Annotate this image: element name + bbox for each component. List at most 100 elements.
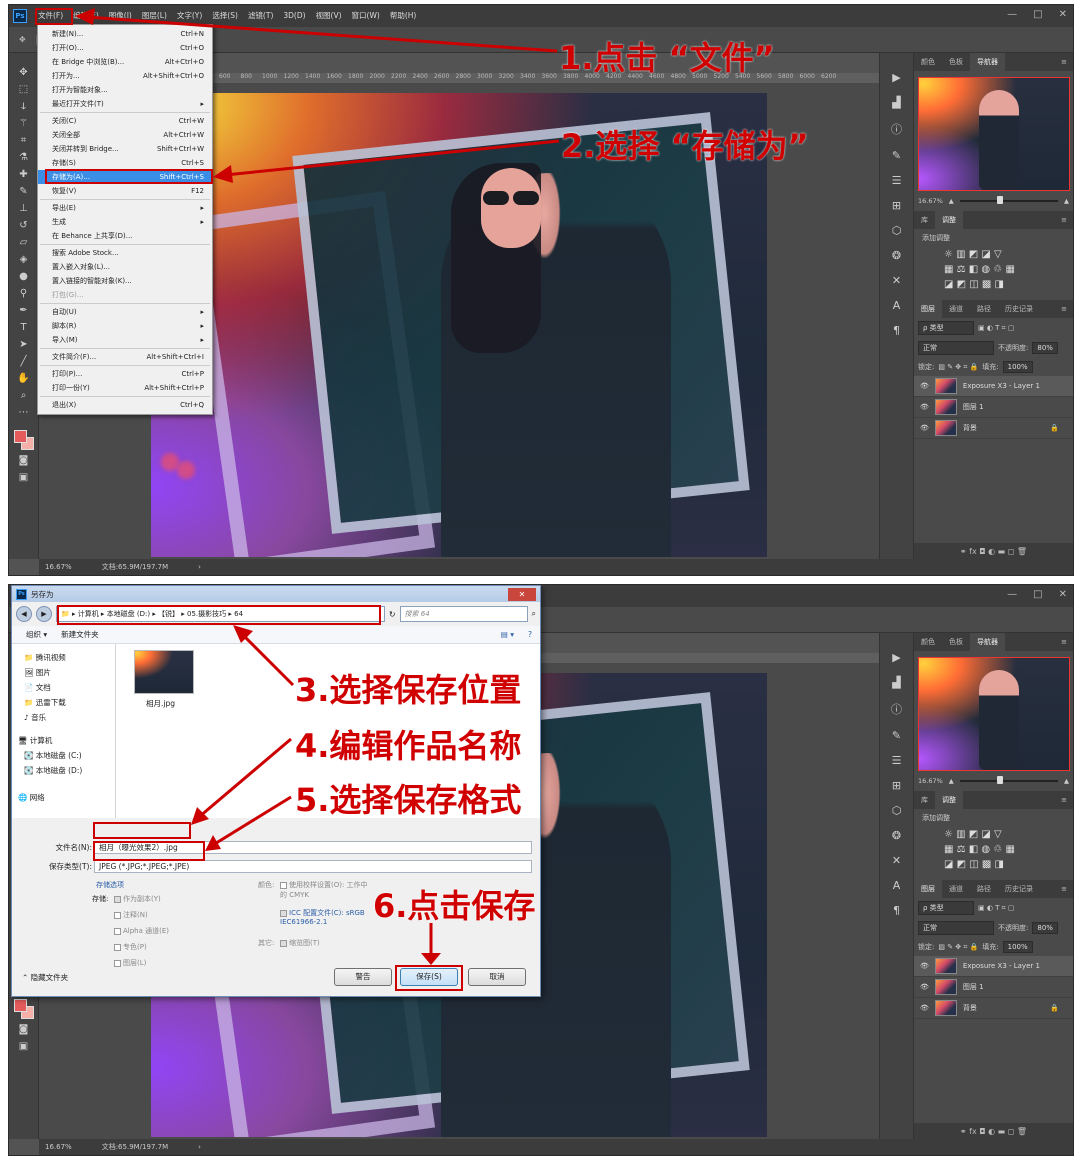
sliders-icon[interactable]: ☰ xyxy=(892,174,902,187)
clone-stamp-icon[interactable]: ⊥ xyxy=(19,203,28,215)
tab-libraries[interactable]: 库 xyxy=(914,211,935,229)
zoom-value[interactable]: 16.67% xyxy=(918,197,943,205)
info-icon[interactable]: ⓘ xyxy=(891,121,902,137)
tools-cross-icon[interactable]: ✕ xyxy=(892,274,901,287)
panel-menu-icon[interactable]: ≡ xyxy=(1054,53,1073,71)
type-tool-icon[interactable]: T xyxy=(20,322,26,334)
tree-item[interactable]: 🖼 图片 xyxy=(12,665,115,680)
status-arrow-icon[interactable]: › xyxy=(198,563,201,571)
cube-icon[interactable]: ⬡ xyxy=(892,804,902,817)
file-menu-item[interactable]: 打开为智能对象... xyxy=(38,83,212,97)
warning-button[interactable]: 警告 xyxy=(334,968,392,986)
cancel-button[interactable]: 取消 xyxy=(468,968,526,986)
screen-mode-icon[interactable]: ▣ xyxy=(19,1041,28,1053)
search-icon[interactable]: ⌕ xyxy=(532,609,536,619)
status-zoom[interactable]: 16.67% xyxy=(45,563,72,571)
histogram-icon[interactable]: ▟ xyxy=(892,676,900,689)
clone-source-icon[interactable]: ❂ xyxy=(892,829,901,842)
file-menu-item[interactable]: 导出(E) ▸ xyxy=(38,201,212,215)
organize-button[interactable]: 组织 ▾ xyxy=(26,629,47,640)
panel-menu-icon[interactable]: ≡ xyxy=(1054,791,1073,809)
zoom-in-icon[interactable]: ▲ xyxy=(1064,197,1069,205)
pen-tool-icon[interactable]: ✒ xyxy=(19,305,27,317)
notes-checkbox[interactable]: 注释(N) xyxy=(114,910,148,920)
navigator-thumbnail[interactable] xyxy=(917,657,1070,771)
as-copy-checkbox[interactable]: 作为副本(Y) xyxy=(114,894,161,904)
close-button[interactable]: ✕ xyxy=(1059,589,1067,600)
refresh-icon[interactable]: ↻ xyxy=(389,610,396,619)
dodge-tool-icon[interactable]: ⚲ xyxy=(20,288,27,300)
hand-tool-icon[interactable]: ✋ xyxy=(17,373,29,385)
adjustment-icons-row[interactable]: ◪ ◩ ◫ ▩ ◨ xyxy=(914,857,1073,872)
blend-mode-select[interactable]: 正常 xyxy=(918,921,994,935)
file-menu-item[interactable]: 打开为... Alt+Shift+Ctrl+O xyxy=(38,69,212,83)
maximize-button[interactable]: □ xyxy=(1033,9,1042,20)
close-button[interactable]: ✕ xyxy=(1059,9,1067,20)
menu-view[interactable]: 视图(V) xyxy=(311,5,347,27)
tree-item[interactable]: 📁 腾讯视频 xyxy=(12,650,115,665)
tab-layers[interactable]: 图层 xyxy=(914,300,942,318)
layer-row[interactable]: 👁 图层 1 xyxy=(914,977,1073,998)
filter-icons[interactable]: ▣ ◐ T ⌗ ▢ xyxy=(978,324,1014,333)
play-icon[interactable]: ▶ xyxy=(892,71,900,84)
layers-checkbox[interactable]: 图层(L) xyxy=(114,958,146,968)
adjustment-icons-row[interactable]: ◪ ◩ ◫ ▩ ◨ xyxy=(914,277,1073,292)
file-thumbnail[interactable] xyxy=(134,650,194,694)
quick-mask-icon[interactable]: ◙ xyxy=(19,455,29,467)
menu-filter[interactable]: 滤镜(T) xyxy=(243,5,278,27)
minimize-button[interactable]: — xyxy=(1007,9,1017,20)
file-menu-item[interactable]: 关闭(C) Ctrl+W xyxy=(38,114,212,128)
zoom-slider[interactable] xyxy=(959,196,1058,204)
layers-bottom-icons[interactable]: ⚭ fx ◘ ◐ ▬ ◻ 🗑 xyxy=(914,543,1073,559)
adjustment-icons-row[interactable]: ▦ ⚖ ◧ ◍ ♲ ▦ xyxy=(914,262,1073,277)
file-menu-item[interactable]: 搜索 Adobe Stock... xyxy=(38,246,212,260)
menu-window[interactable]: 窗口(W) xyxy=(347,5,385,27)
tab-libraries[interactable]: 库 xyxy=(914,791,935,809)
histogram-icon[interactable]: ▟ xyxy=(892,96,900,109)
back-button[interactable]: ◀ xyxy=(16,606,32,622)
quick-mask-icon[interactable]: ◙ xyxy=(19,1024,29,1036)
tab-color[interactable]: 颜色 xyxy=(914,53,942,71)
move-tool-icon[interactable]: ✥ xyxy=(19,35,26,44)
search-input[interactable]: 搜索 64 xyxy=(399,606,528,622)
file-menu-item[interactable]: 关闭并转到 Bridge... Shift+Ctrl+W xyxy=(38,142,212,156)
filter-icons[interactable]: ▣ ◐ T ⌗ ▢ xyxy=(978,904,1014,913)
file-menu-item[interactable]: 退出(X) Ctrl+Q xyxy=(38,398,212,412)
file-menu-item[interactable]: 导入(M) ▸ xyxy=(38,333,212,347)
tree-computer[interactable]: 🖥 计算机 xyxy=(12,733,115,748)
file-menu-item[interactable]: 置入链接的智能对象(K)... xyxy=(38,274,212,288)
color-swatches[interactable] xyxy=(13,999,34,1019)
layer-kind-select[interactable]: ρ 类型 xyxy=(918,901,974,915)
eye-icon[interactable]: 👁 xyxy=(920,983,929,991)
tab-channels[interactable]: 通道 xyxy=(942,880,970,898)
layers-bottom-icons[interactable]: ⚭ fx ◘ ◐ ▬ ◻ 🗑 xyxy=(914,1123,1073,1139)
history-brush-icon[interactable]: ↺ xyxy=(19,220,27,232)
spot-checkbox[interactable]: 专色(P) xyxy=(114,942,147,952)
menu-3d[interactable]: 3D(D) xyxy=(278,5,310,27)
tree-drive[interactable]: 💽 本地磁盘 (C:) xyxy=(12,748,115,763)
file-menu-item[interactable]: 置入嵌入对象(L)... xyxy=(38,260,212,274)
paragraph-icon[interactable]: ¶ xyxy=(893,904,900,917)
file-menu-item[interactable]: 关闭全部 Alt+Ctrl+W xyxy=(38,128,212,142)
zoom-tool-icon[interactable]: ⌕ xyxy=(21,390,27,402)
info-icon[interactable]: ⓘ xyxy=(891,701,902,717)
icc-checkbox[interactable]: ICC 配置文件(C): sRGB IEC61966-2.1 xyxy=(280,908,376,926)
proof-checkbox[interactable]: 使用校样设置(O): 工作中的 CMYK xyxy=(280,880,370,900)
tab-paths[interactable]: 路径 xyxy=(970,880,998,898)
file-menu-item[interactable]: 最近打开文件(T) ▸ xyxy=(38,97,212,111)
status-arrow-icon[interactable]: › xyxy=(198,1143,201,1151)
layer-row[interactable]: 👁 背景 🔒 xyxy=(914,998,1073,1019)
file-menu-item[interactable]: 存储(S) Ctrl+S xyxy=(38,156,212,170)
blur-tool-icon[interactable]: ● xyxy=(19,271,28,283)
magic-wand-icon[interactable]: ⚚ xyxy=(19,118,28,130)
thumbnail-checkbox[interactable]: 缩览图(T) xyxy=(280,938,320,948)
line-tool-icon[interactable]: ╱ xyxy=(20,356,26,368)
file-menu-item[interactable]: 打开(O)... Ctrl+O xyxy=(38,41,212,55)
eraser-icon[interactable]: ▱ xyxy=(20,237,28,249)
filetype-select[interactable]: JPEG (*.JPG;*.JPEG;*.JPE) xyxy=(94,860,532,873)
brush-settings-icon[interactable]: ✎ xyxy=(892,149,901,162)
properties-icon[interactable]: ⊞ xyxy=(892,779,901,792)
sliders-icon[interactable]: ☰ xyxy=(892,754,902,767)
clone-source-icon[interactable]: ❂ xyxy=(892,249,901,262)
file-menu-item[interactable]: 打印(P)... Ctrl+P xyxy=(38,367,212,381)
